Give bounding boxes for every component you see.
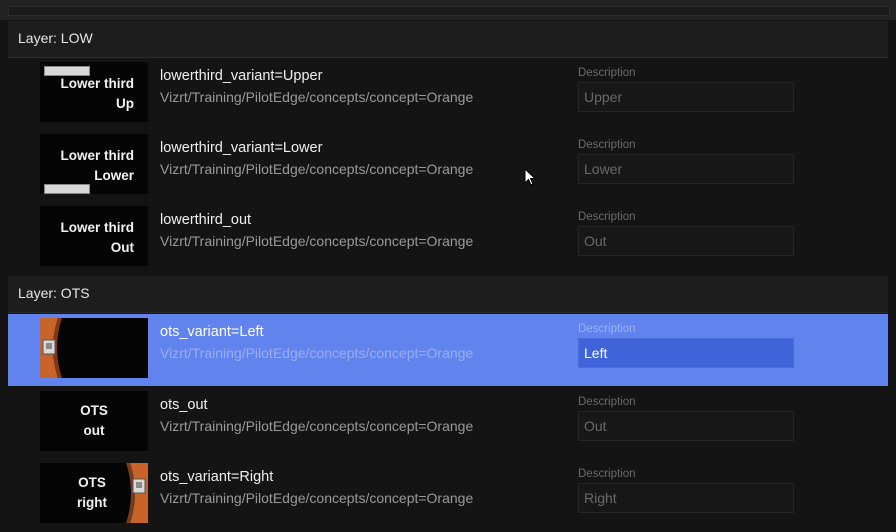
template-thumbnail: Lower third Lower (40, 134, 148, 194)
description-label: Description (578, 139, 636, 151)
template-path: Vizrt/Training/PilotEdge/concepts/concep… (160, 89, 474, 105)
thumbnail-line-2: Out (110, 240, 134, 255)
template-path: Vizrt/Training/PilotEdge/concepts/concep… (160, 490, 474, 506)
description-field[interactable]: Out (578, 226, 794, 256)
description-label: Description (578, 468, 636, 480)
description-label: Description (578, 211, 636, 223)
description-field[interactable]: Upper (578, 82, 794, 112)
template-thumbnail: Lower third Out (40, 206, 148, 266)
template-title: lowerthird_variant=Lower (160, 140, 323, 156)
thumbnail-line-2: right (77, 495, 107, 510)
thumbnail-caption: OTS out (40, 401, 148, 441)
thumbnail-line-1: OTS (78, 475, 106, 490)
template-row-ots-out[interactable]: OTS out ots_out Vizrt/Training/PilotEdge… (8, 387, 888, 459)
layer-header-low[interactable]: Layer: LOW (8, 21, 888, 58)
thumbnail-caption: OTS right (40, 473, 144, 513)
layer-title: Layer: LOW (18, 30, 93, 46)
template-row-lowerthird-upper[interactable]: Lower third Up lowerthird_variant=Upper … (8, 58, 888, 130)
template-path: Vizrt/Training/PilotEdge/concepts/concep… (160, 418, 474, 434)
layer-header-ots[interactable]: Layer: OTS (8, 276, 888, 313)
template-title: ots_variant=Right (160, 469, 274, 485)
template-title: ots_out (160, 397, 208, 413)
thumbnail-line-2: Lower (94, 168, 134, 183)
template-thumbnail: OTS right (40, 463, 148, 523)
thumbnail-caption: Lower third Up (44, 74, 135, 114)
template-title: ots_variant=Left (160, 324, 264, 340)
template-path: Vizrt/Training/PilotEdge/concepts/concep… (160, 161, 474, 177)
top-toolbar (0, 0, 896, 20)
template-title: lowerthird_variant=Upper (160, 68, 323, 84)
template-path: Vizrt/Training/PilotEdge/concepts/concep… (160, 345, 474, 361)
template-row-ots-right[interactable]: OTS right ots_variant=Right Vizrt/Traini… (8, 459, 888, 531)
template-path: Vizrt/Training/PilotEdge/concepts/concep… (160, 233, 474, 249)
template-thumbnail (40, 318, 148, 378)
description-field[interactable]: Out (578, 411, 794, 441)
thumbnail-line-1: OTS (80, 403, 108, 418)
thumbnail-line-2: Up (116, 96, 134, 111)
description-field[interactable]: Lower (578, 154, 794, 184)
description-field[interactable]: Left (578, 338, 794, 368)
template-thumbnail: Lower third Up (40, 62, 148, 122)
thumbnail-caption: Lower third Out (44, 218, 135, 258)
ots-left-graphic-icon (40, 318, 62, 378)
description-label: Description (578, 396, 636, 408)
template-row-lowerthird-out[interactable]: Lower third Out lowerthird_out Vizrt/Tra… (8, 202, 888, 274)
thumbnail-caption: Lower third Lower (44, 146, 135, 186)
mouse-pointer-icon (524, 168, 536, 186)
thumbnail-line-1: Lower third (60, 76, 135, 91)
description-label: Description (578, 67, 636, 79)
description-label: Description (578, 323, 636, 335)
thumbnail-line-2: out (83, 423, 105, 438)
template-row-lowerthird-lower[interactable]: Lower third Lower lowerthird_variant=Low… (8, 130, 888, 202)
description-field[interactable]: Right (578, 483, 794, 513)
template-title: lowerthird_out (160, 212, 252, 228)
toolbar-strip (8, 6, 890, 16)
thumbnail-line-1: Lower third (60, 148, 135, 163)
layer-title: Layer: OTS (18, 285, 90, 301)
template-thumbnail: OTS out (40, 391, 148, 451)
thumbnail-line-1: Lower third (60, 220, 135, 235)
template-row-ots-left[interactable]: ots_variant=Left Vizrt/Training/PilotEdg… (8, 314, 888, 386)
